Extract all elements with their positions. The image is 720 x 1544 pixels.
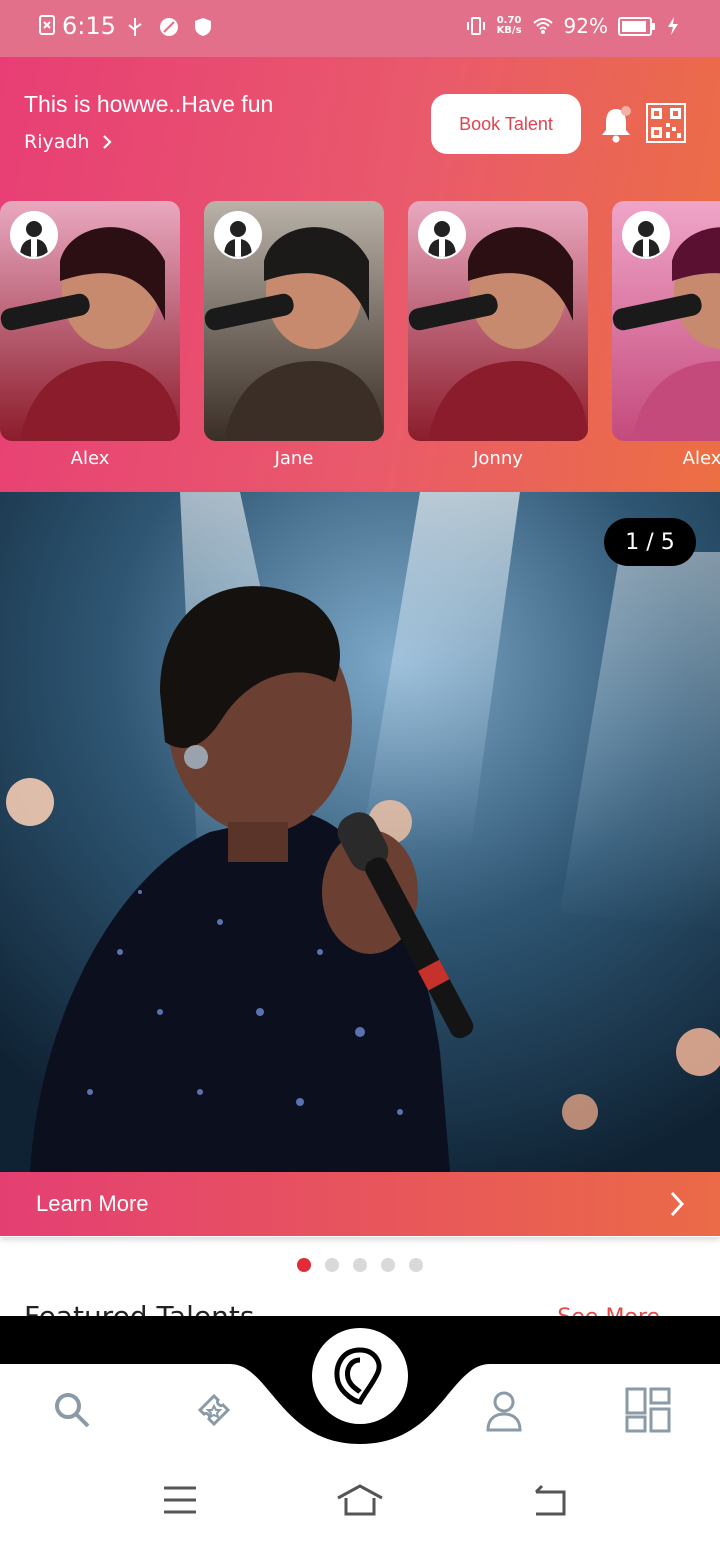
- avatar: [418, 211, 466, 259]
- learn-more-bar[interactable]: Learn More: [0, 1172, 720, 1236]
- pagination-dot[interactable]: [409, 1258, 423, 1272]
- pagination-dot[interactable]: [297, 1258, 311, 1272]
- book-talent-button[interactable]: Book Talent: [431, 94, 581, 154]
- battery-level: [622, 20, 646, 32]
- battery-icon: [618, 16, 655, 36]
- pagination-dot[interactable]: [325, 1258, 339, 1272]
- bell-icon[interactable]: [598, 103, 634, 143]
- wifi-icon: [532, 18, 553, 34]
- ticket-icon[interactable]: [190, 1386, 238, 1434]
- story-name: Jonny: [473, 448, 523, 469]
- header: This is howwe..Have fun Riyadh Book Tale…: [0, 57, 720, 492]
- banner-image[interactable]: 1 / 5: [0, 492, 720, 1172]
- avatar-image: [624, 213, 668, 257]
- banner-carousel[interactable]: 1 / 5 Learn More: [0, 492, 720, 1237]
- back-icon[interactable]: [530, 1482, 570, 1518]
- status-time: 6:15: [62, 12, 116, 40]
- story-item[interactable]: Alex: [0, 201, 180, 469]
- status-notify-icons: [124, 16, 214, 38]
- concert-photo: [0, 492, 720, 1172]
- usb-icon: [128, 18, 142, 36]
- system-nav: [0, 1454, 720, 1544]
- stories-row: Alex Jane Jonny Alex: [0, 201, 720, 481]
- avatar-image: [12, 213, 56, 257]
- battery-percent: 92%: [563, 14, 608, 38]
- status-right: 0.70 KB/s 92%: [465, 14, 684, 38]
- slide-counter: 1 / 5: [604, 518, 696, 566]
- menu-icon[interactable]: [160, 1482, 200, 1518]
- carousel-pagination: [0, 1258, 720, 1272]
- vibrate-icon: [466, 17, 485, 35]
- story-item[interactable]: Alex: [612, 201, 720, 469]
- story-item[interactable]: Jonny: [408, 201, 588, 469]
- charging-icon: [668, 17, 678, 35]
- story-image[interactable]: [0, 201, 180, 441]
- location-selector[interactable]: Riyadh: [24, 131, 113, 153]
- location-label: Riyadh: [24, 131, 90, 153]
- profile-icon[interactable]: [480, 1386, 528, 1434]
- pagination-dot[interactable]: [381, 1258, 395, 1272]
- search-icon[interactable]: [48, 1386, 96, 1434]
- story-name: Alex: [682, 448, 720, 469]
- avatar-image: [420, 213, 464, 257]
- network-speed: 0.70 KB/s: [497, 16, 522, 36]
- avatar: [214, 211, 262, 259]
- home-icon[interactable]: [336, 1482, 384, 1518]
- network-speed-unit: KB/s: [496, 25, 522, 36]
- avatar: [10, 211, 58, 259]
- page-title: This is howwe..Have fun: [24, 91, 274, 117]
- dashboard-icon[interactable]: [624, 1386, 672, 1434]
- qr-code-icon[interactable]: [646, 103, 686, 143]
- status-left-icons: [36, 14, 58, 36]
- story-name: Alex: [70, 448, 110, 469]
- story-name: Jane: [274, 448, 314, 469]
- chevron-right-icon: [670, 1191, 685, 1217]
- story-image[interactable]: [612, 201, 720, 441]
- sim-off-icon: [39, 15, 55, 35]
- leaf-icon: [160, 18, 178, 36]
- story-item[interactable]: Jane: [204, 201, 384, 469]
- bottom-nav: [0, 1364, 720, 1454]
- avatar-image: [216, 213, 260, 257]
- shield-icon: [195, 18, 211, 36]
- avatar: [622, 211, 670, 259]
- status-bar: 6:15 0.70 KB/s 92%: [0, 0, 720, 57]
- story-image[interactable]: [408, 201, 588, 441]
- story-image[interactable]: [204, 201, 384, 441]
- pagination-dot[interactable]: [353, 1258, 367, 1272]
- learn-more-label: Learn More: [36, 1191, 149, 1216]
- chevron-right-icon: [103, 135, 113, 149]
